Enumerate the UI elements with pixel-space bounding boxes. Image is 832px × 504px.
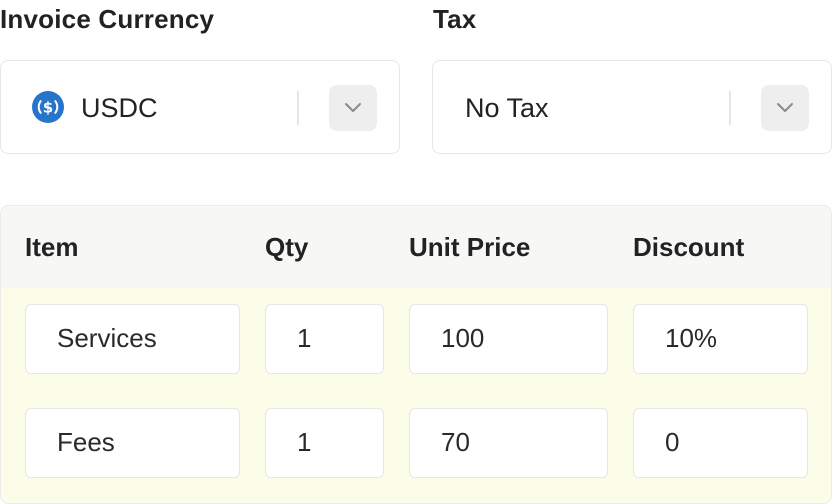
- tax-value: No Tax: [465, 93, 549, 123]
- tax-label: Tax: [433, 4, 477, 34]
- unit-price-input[interactable]: 100: [409, 304, 608, 374]
- item-name-input[interactable]: Services: [25, 304, 240, 374]
- qty-input[interactable]: 1: [265, 304, 384, 374]
- invoice-currency-select[interactable]: $ USDC: [0, 60, 400, 154]
- select-divider: [297, 91, 299, 125]
- qty-input[interactable]: 1: [265, 408, 384, 478]
- select-divider: [729, 91, 731, 125]
- discount-input[interactable]: 0: [633, 408, 808, 478]
- column-header-item: Item: [25, 232, 79, 262]
- invoice-currency-value: USDC: [81, 93, 158, 123]
- currency-dropdown-button[interactable]: [329, 85, 377, 131]
- column-header-discount: Discount: [633, 232, 745, 262]
- unit-price-input[interactable]: 70: [409, 408, 608, 478]
- chevron-down-icon: [777, 103, 793, 112]
- svg-text:$: $: [43, 99, 53, 117]
- column-header-unit-price: Unit Price: [409, 232, 531, 262]
- usdc-coin-icon: $: [32, 91, 64, 123]
- tax-dropdown-button[interactable]: [761, 85, 809, 131]
- column-header-qty: Qty: [265, 232, 309, 262]
- items-table: Item Qty Unit Price Discount Services 1 …: [0, 205, 832, 504]
- discount-input[interactable]: 10%: [633, 304, 808, 374]
- table-header: Item Qty Unit Price Discount: [1, 206, 831, 288]
- chevron-down-icon: [345, 103, 361, 112]
- tax-select[interactable]: No Tax: [432, 60, 832, 154]
- item-name-input[interactable]: Fees: [25, 408, 240, 478]
- invoice-currency-label: Invoice Currency: [0, 4, 215, 34]
